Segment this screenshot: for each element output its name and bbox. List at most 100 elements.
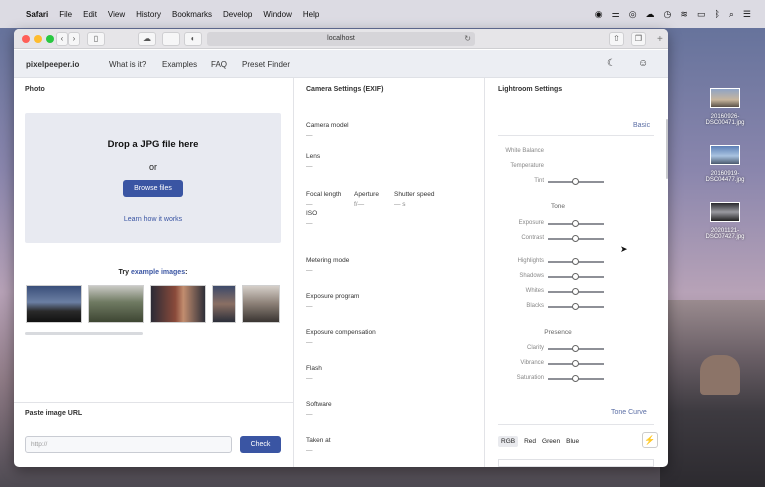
nav-examples[interactable]: Examples [162, 60, 197, 69]
tone-curve-divider [498, 424, 654, 425]
desktop-file-thumbnail[interactable] [710, 88, 740, 108]
reload-icon[interactable]: ↻ [464, 32, 471, 46]
slider-knob[interactable] [572, 345, 579, 352]
tone-curve-graph[interactable] [498, 459, 654, 467]
paste-url-heading: Paste image URL [25, 410, 83, 417]
example-thumbnail[interactable] [212, 285, 236, 323]
search-icon[interactable]: ⌕ [729, 9, 734, 20]
menu-edit[interactable]: Edit [83, 10, 97, 19]
slider-knob[interactable] [572, 273, 579, 280]
address-bar[interactable]: localhost ↻ [207, 32, 475, 46]
tab-green[interactable]: Green [542, 436, 560, 447]
nav-what-is-it[interactable]: What is it? [109, 60, 146, 69]
tab-blue[interactable]: Blue [566, 436, 579, 447]
safari-window: ‹ › ▯ ☁ ◐ localhost ↻ ⇧ ❐ pixelpeeper.io… [14, 29, 668, 467]
close-window-button[interactable] [22, 35, 30, 43]
clock-icon[interactable]: ◷ [664, 9, 672, 20]
menu-safari[interactable]: Safari [26, 10, 48, 19]
menu-file[interactable]: File [59, 10, 72, 19]
share-icon[interactable]: ⇧ [609, 32, 624, 46]
blank-toolbar-button[interactable] [162, 32, 180, 46]
site-logo[interactable]: pixelpeeper.io [26, 60, 79, 69]
nav-faq[interactable]: FAQ [211, 60, 227, 69]
saturation-slider[interactable] [548, 375, 604, 382]
flash-value: — [306, 375, 313, 382]
user-account-icon[interactable]: ☺ [638, 58, 648, 69]
menu-bookmarks[interactable]: Bookmarks [172, 10, 212, 19]
highlights-slider[interactable] [548, 258, 604, 265]
tab-rgb[interactable]: RGB [498, 436, 519, 447]
aperture-value: f/— [354, 201, 365, 208]
menubar: Safari File Edit View History Bookmarks … [0, 0, 765, 28]
shutter-speed-label: Shutter speed [394, 191, 435, 198]
tint-slider[interactable] [548, 178, 604, 185]
display-icon[interactable]: ▭ [697, 9, 706, 20]
thumbnail-scrollbar[interactable] [25, 332, 143, 335]
slider-knob[interactable] [572, 303, 579, 310]
blacks-slider[interactable] [548, 303, 604, 310]
learn-how-link[interactable]: Learn how it works [25, 216, 281, 223]
sidebar-toggle-icon[interactable]: ▯ [87, 32, 105, 46]
contrast-slider[interactable] [548, 235, 604, 242]
example-thumbnail[interactable] [242, 285, 280, 323]
slider-knob[interactable] [572, 235, 579, 242]
dropzone-or: or [148, 162, 157, 172]
vibrance-slider[interactable] [548, 360, 604, 367]
menu-window[interactable]: Window [263, 10, 291, 19]
lightroom-heading: Lightroom Settings [498, 86, 563, 93]
menu-help[interactable]: Help [303, 10, 319, 19]
whites-slider[interactable] [548, 288, 604, 295]
zoom-window-button[interactable] [46, 35, 54, 43]
check-button[interactable]: Check [240, 436, 281, 453]
desktop-file-label[interactable]: 20201121-DSC07427.jpg [695, 228, 755, 240]
clarity-slider[interactable] [548, 345, 604, 352]
nav-preset-finder[interactable]: Preset Finder [242, 60, 290, 69]
menu-develop[interactable]: Develop [223, 10, 252, 19]
software-label: Software [306, 401, 332, 408]
exif-heading: Camera Settings (EXIF) [306, 86, 384, 93]
example-thumbnail[interactable] [150, 285, 206, 323]
record-icon[interactable]: ◉ [595, 9, 603, 20]
desktop-file-label[interactable]: 20160926-DSC00471.jpg [695, 114, 755, 126]
back-button[interactable]: ‹ [56, 32, 68, 46]
desktop-file-label[interactable]: 20160919-DSC04477.jpg [695, 171, 755, 183]
shadows-label: Shadows [519, 273, 544, 279]
desktop-file-thumbnail[interactable] [710, 202, 740, 222]
sliders-icon[interactable]: ⚌ [612, 9, 620, 20]
tabs-overview-icon[interactable]: ❐ [631, 32, 646, 46]
desktop-file-thumbnail[interactable] [710, 145, 740, 165]
example-thumbnail[interactable] [88, 285, 144, 323]
lightning-bolt-icon[interactable]: ⚡ [642, 432, 658, 448]
circle-icon[interactable]: ◎ [629, 9, 637, 20]
shadows-slider[interactable] [548, 273, 604, 280]
exposure-slider[interactable] [548, 220, 604, 227]
wifi-icon[interactable]: ≋ [680, 9, 688, 20]
slider-knob[interactable] [572, 220, 579, 227]
slider-knob[interactable] [572, 288, 579, 295]
slider-knob[interactable] [572, 178, 579, 185]
minimize-window-button[interactable] [34, 35, 42, 43]
aperture-label: Aperture [354, 191, 379, 198]
image-url-input[interactable]: http:// [25, 436, 232, 453]
bluetooth-icon[interactable]: ᛒ [714, 9, 719, 20]
column-divider-left [293, 78, 294, 467]
example-thumbnail[interactable] [26, 285, 82, 323]
reader-icon[interactable]: ◐ [184, 32, 202, 46]
dark-mode-moon-icon[interactable]: ☾ [607, 58, 616, 69]
slider-knob[interactable] [572, 258, 579, 265]
tab-red[interactable]: Red [524, 436, 536, 447]
icloud-tabs-icon[interactable]: ☁ [138, 32, 156, 46]
file-dropzone[interactable]: Drop a JPG file here or Browse files Lea… [25, 113, 281, 243]
menu-view[interactable]: View [108, 10, 125, 19]
slider-knob[interactable] [572, 360, 579, 367]
example-images-link[interactable]: example images [131, 269, 185, 276]
browse-files-button[interactable]: Browse files [123, 180, 183, 197]
taken-at-value: — [306, 447, 313, 454]
new-tab-plus-icon[interactable]: + [657, 35, 669, 47]
cloud-icon[interactable]: ☁ [646, 9, 655, 20]
slider-knob[interactable] [572, 375, 579, 382]
lightroom-scrollbar[interactable] [666, 119, 668, 179]
list-icon[interactable]: ☰ [743, 9, 751, 20]
menu-history[interactable]: History [136, 10, 161, 19]
forward-button[interactable]: › [68, 32, 80, 46]
